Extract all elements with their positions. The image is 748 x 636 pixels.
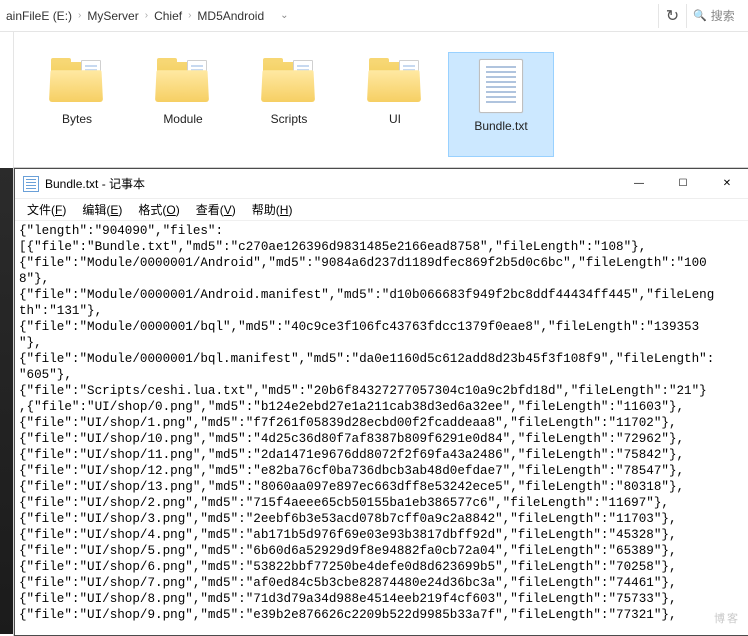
search-input[interactable]: 🔍 搜索: [686, 4, 744, 28]
nav-pane-stub: [0, 32, 14, 177]
folder-icon: [153, 58, 213, 106]
minimize-button[interactable]: —: [617, 170, 661, 198]
folder-item[interactable]: UI: [342, 52, 448, 157]
file-view: Bytes Module Scripts UI Bundle.txt: [0, 32, 748, 177]
address-bar: ainFileE (E:) › MyServer › Chief › MD5An…: [0, 0, 748, 32]
file-item-selected[interactable]: Bundle.txt: [448, 52, 554, 157]
close-button[interactable]: ✕: [705, 170, 748, 198]
window-title: Bundle.txt - 记事本: [45, 175, 145, 192]
menu-help[interactable]: 帮助(H): [244, 199, 301, 220]
menu-view[interactable]: 查看(V): [188, 199, 244, 220]
chevron-right-icon: ›: [188, 10, 191, 21]
breadcrumb-segment[interactable]: MyServer: [85, 7, 140, 25]
menu-bar: 文件(F) 编辑(E) 格式(O) 查看(V) 帮助(H): [15, 199, 748, 221]
menu-file[interactable]: 文件(F): [19, 199, 74, 220]
search-icon: 🔍: [693, 9, 707, 22]
watermark: 博客: [714, 610, 740, 626]
maximize-button[interactable]: ☐: [661, 170, 705, 198]
file-label: Bundle.txt: [474, 119, 527, 133]
menu-edit[interactable]: 编辑(E): [74, 199, 130, 220]
chevron-down-icon[interactable]: ⌄: [280, 10, 288, 21]
folder-item[interactable]: Scripts: [236, 52, 342, 157]
chevron-right-icon: ›: [78, 10, 81, 21]
search-placeholder: 搜索: [711, 7, 735, 24]
notepad-window: Bundle.txt - 记事本 — ☐ ✕ 文件(F) 编辑(E) 格式(O)…: [14, 168, 748, 636]
chevron-right-icon: ›: [145, 10, 148, 21]
file-label: Scripts: [271, 112, 308, 126]
folder-item[interactable]: Bytes: [24, 52, 130, 157]
text-file-icon: [479, 59, 523, 113]
file-label: Module: [163, 112, 202, 126]
folder-icon: [365, 58, 425, 106]
folder-icon: [47, 58, 107, 106]
notepad-icon: [23, 176, 39, 192]
breadcrumb-segment[interactable]: ainFileE (E:): [4, 7, 74, 25]
file-label: UI: [389, 112, 401, 126]
text-content[interactable]: {"length":"904090","files": [{"file":"Bu…: [15, 221, 748, 635]
file-label: Bytes: [62, 112, 92, 126]
folder-item[interactable]: Module: [130, 52, 236, 157]
menu-format[interactable]: 格式(O): [130, 199, 187, 220]
left-rail: [0, 168, 14, 634]
folder-icon: [259, 58, 319, 106]
breadcrumb-segment[interactable]: Chief: [152, 7, 184, 25]
refresh-icon: ↻: [666, 6, 679, 26]
breadcrumb[interactable]: ainFileE (E:) › MyServer › Chief › MD5An…: [4, 7, 658, 25]
breadcrumb-segment[interactable]: MD5Android: [195, 7, 266, 25]
title-bar[interactable]: Bundle.txt - 记事本 — ☐ ✕: [15, 169, 748, 199]
refresh-button[interactable]: ↻: [658, 4, 686, 28]
